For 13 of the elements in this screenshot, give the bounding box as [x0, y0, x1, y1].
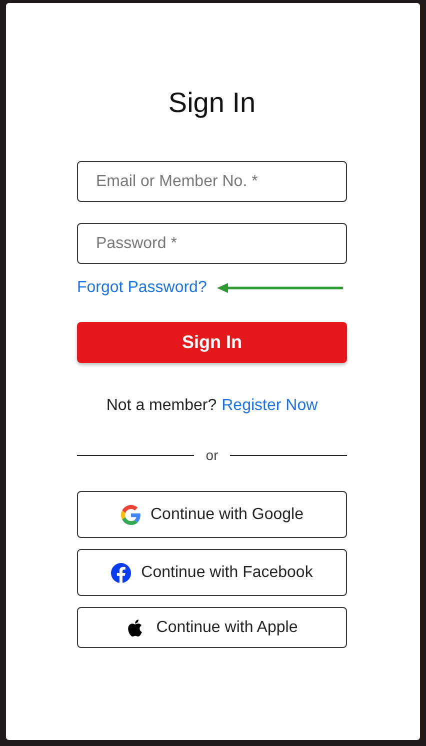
input-field[interactable]: Password * — [77, 223, 347, 264]
input-field[interactable]: Email or Member No. * — [77, 161, 347, 202]
social-sign-in-button[interactable]: Continue with Facebook — [77, 549, 347, 596]
sign-in-button[interactable]: Sign In — [77, 322, 347, 363]
social-sign-in-button[interactable]: Continue with Apple — [77, 607, 347, 648]
page-title: Sign In — [167, 86, 257, 120]
register-link[interactable]: Register Now — [222, 397, 318, 415]
forgot-password-link[interactable]: Forgot Password? — [77, 279, 207, 297]
google-g-icon — [120, 504, 140, 524]
facebook-f-icon — [111, 562, 132, 582]
register-prompt: Not a member? — [106, 397, 217, 415]
social-sign-in-button[interactable]: Continue with Google — [77, 491, 347, 538]
divider-label: or — [206, 447, 218, 463]
